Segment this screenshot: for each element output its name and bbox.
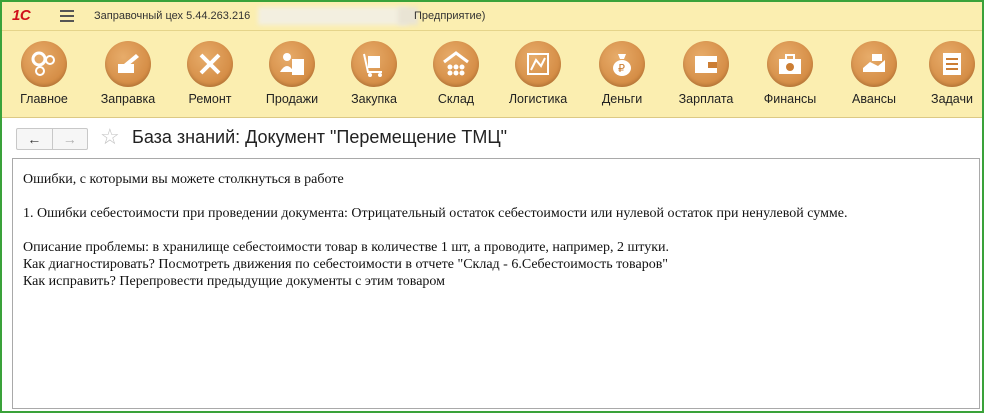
document-content[interactable]: Ошибки, с которыми вы можете столкнуться…	[12, 158, 980, 409]
wallet-icon	[683, 41, 729, 87]
section-zadachi[interactable]: Задачи	[910, 41, 984, 106]
section-prodazhi[interactable]: Продажи	[250, 41, 334, 106]
document-title: База знаний: Документ "Перемещение ТМЦ"	[132, 127, 508, 147]
app-title-tail: Предприятие)	[414, 10, 486, 22]
tools-icon	[187, 41, 233, 87]
advance-icon	[851, 41, 897, 87]
section-finansy[interactable]: Финансы	[748, 41, 832, 106]
app-title: Заправочный цех 5.44.263.216	[94, 10, 251, 22]
warehouse-icon	[433, 41, 479, 87]
section-dengi[interactable]: ₽ Деньги	[580, 41, 664, 106]
forward-arrow-icon[interactable]: →	[51, 129, 88, 149]
redacted-region	[258, 7, 408, 25]
section-sklad[interactable]: Склад	[414, 41, 498, 106]
section-label: Логистика	[508, 92, 568, 106]
document-header: ← → ☆ База знаний: Документ "Перемещение…	[2, 118, 982, 158]
back-arrow-icon[interactable]: ←	[17, 129, 52, 149]
section-glavnoe[interactable]: Главное	[2, 41, 86, 106]
menu-icon[interactable]	[60, 10, 74, 22]
1c-logo: 1С	[12, 7, 31, 24]
section-label: Авансы	[852, 92, 896, 106]
section-avansy[interactable]: Авансы	[832, 41, 916, 106]
section-label: Ремонт	[188, 92, 232, 106]
money-bag-icon: ₽	[599, 41, 645, 87]
gears-icon	[21, 41, 67, 87]
section-logistika[interactable]: Логистика	[496, 41, 580, 106]
svg-text:₽: ₽	[618, 62, 625, 75]
section-label: Зарплата	[678, 92, 734, 106]
content-fix: Как исправить? Перепровести предыдущие д…	[23, 274, 445, 289]
favorite-star-icon[interactable]: ☆	[100, 125, 120, 149]
section-label: Склад	[437, 92, 475, 106]
section-label: Деньги	[601, 92, 643, 106]
section-remont[interactable]: Ремонт	[168, 41, 252, 106]
cart-icon	[351, 41, 397, 87]
content-heading: Ошибки, с которыми вы можете столкнуться…	[23, 172, 344, 187]
content-error-item: 1. Ошибки себестоимости при проведении д…	[23, 206, 848, 221]
content-problem: Описание проблемы: в хранилище себестоим…	[23, 240, 670, 255]
tasks-icon	[929, 41, 975, 87]
section-label: Продажи	[265, 92, 319, 106]
refill-icon	[105, 41, 151, 87]
section-label: Финансы	[763, 92, 817, 106]
map-icon	[515, 41, 561, 87]
section-label: Задачи	[931, 92, 973, 106]
section-zarplata[interactable]: Зарплата	[664, 41, 748, 106]
history-nav: ← →	[16, 128, 88, 150]
briefcase-icon	[767, 41, 813, 87]
section-zapravka[interactable]: Заправка	[86, 41, 170, 106]
sections-panel: Главное Заправка Ремонт Продажи Закупка …	[2, 31, 982, 118]
content-diagnose: Как диагностировать? Посмотреть движения…	[23, 257, 669, 272]
section-label: Закупка	[351, 92, 397, 106]
sale-icon	[269, 41, 315, 87]
section-label: Заправка	[100, 92, 156, 106]
section-zakupka[interactable]: Закупка	[332, 41, 416, 106]
section-label: Главное	[20, 92, 68, 106]
title-bar: 1С Заправочный цех 5.44.263.216 Предприя…	[2, 2, 982, 31]
